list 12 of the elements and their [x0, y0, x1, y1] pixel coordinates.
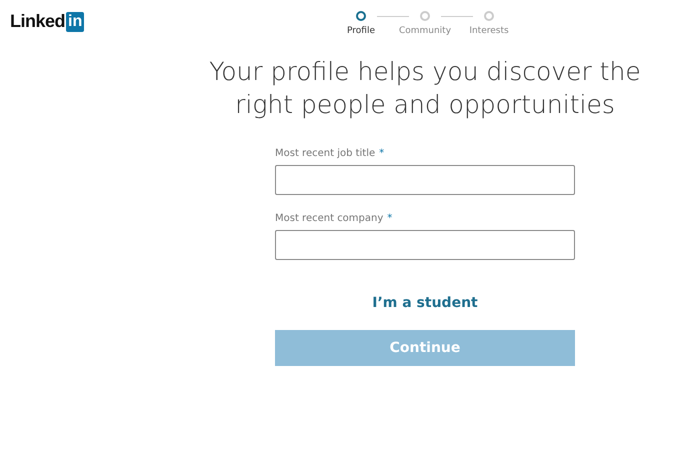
field-label: Most recent company [275, 212, 384, 226]
input-field[interactable] [275, 230, 575, 260]
page-heading: Your profile helps you discover the right people and opportunities [208, 56, 642, 122]
required-mark: * [379, 147, 384, 161]
step-label: Profile [347, 25, 375, 38]
input-field[interactable] [275, 165, 575, 195]
step-label: Interests [469, 25, 509, 38]
required-mark: * [387, 212, 392, 226]
linkedin-logo[interactable]: Linked in [10, 8, 84, 35]
student-link[interactable]: I’m a student [372, 295, 478, 311]
step-label: Community [398, 25, 452, 38]
field-label: Most recent job title [275, 147, 376, 161]
